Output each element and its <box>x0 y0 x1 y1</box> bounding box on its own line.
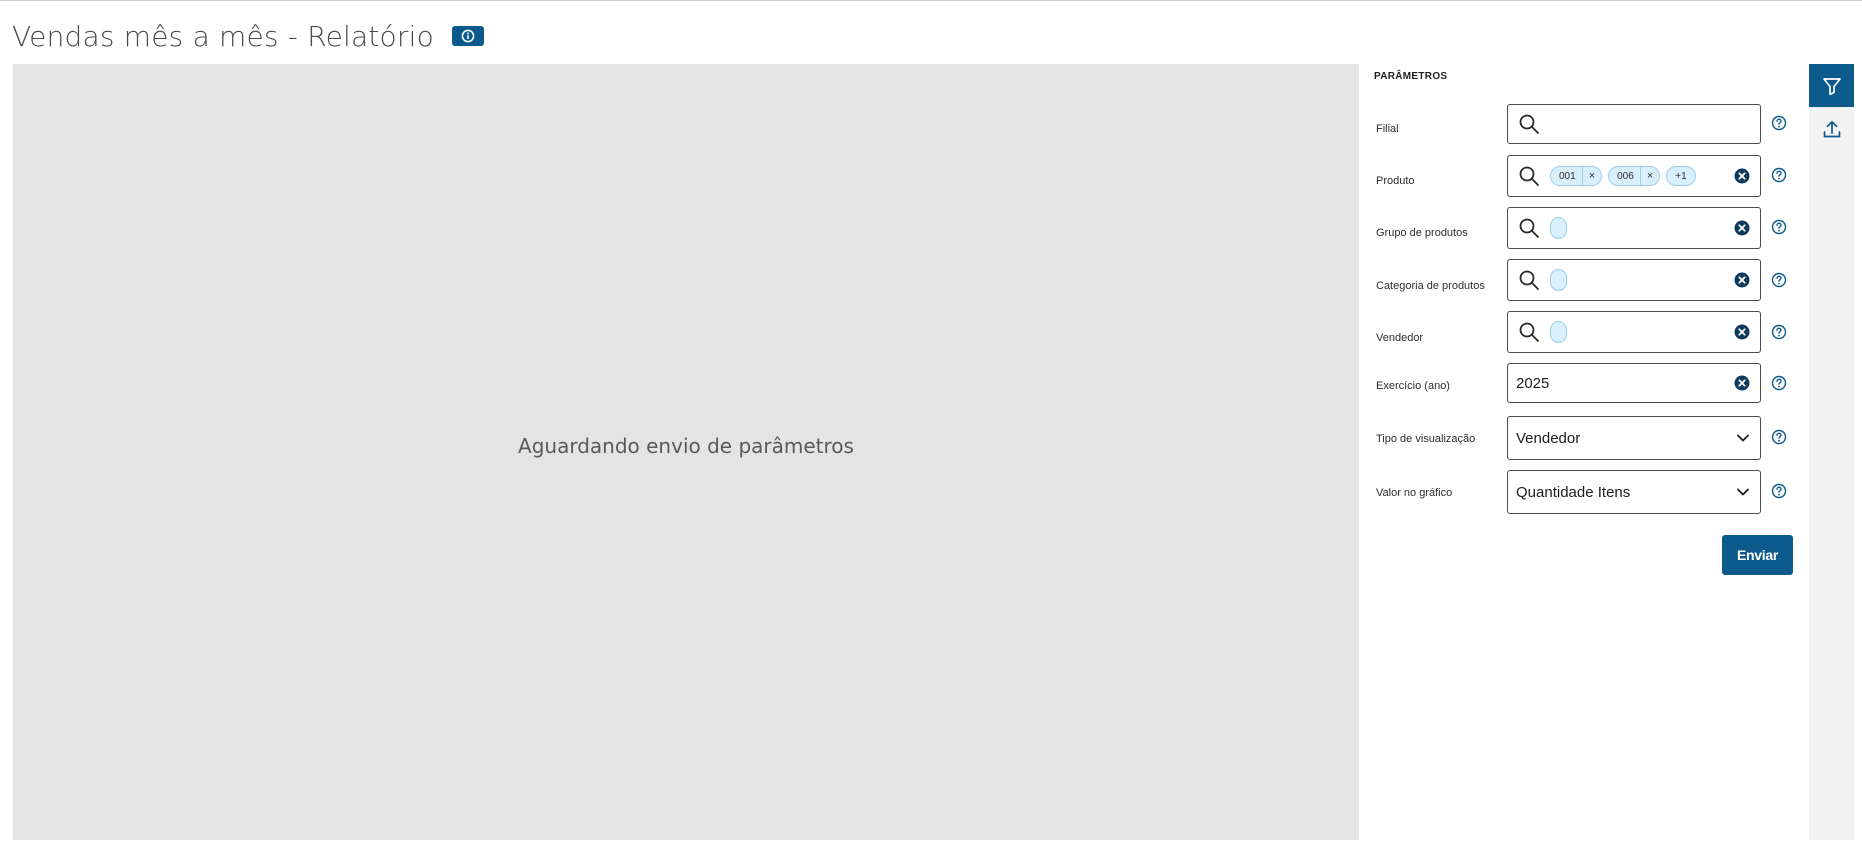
submit-button[interactable]: Enviar <box>1722 535 1793 575</box>
exercicio-value[interactable]: 2025 <box>1516 375 1549 392</box>
clear-icon[interactable] <box>1734 168 1750 184</box>
chip-produto-006: 006 × <box>1608 166 1661 186</box>
empty-chip <box>1550 269 1567 291</box>
search-icon[interactable] <box>1518 113 1540 135</box>
help-icon[interactable] <box>1771 375 1787 391</box>
exercicio-input[interactable]: 2025 <box>1507 363 1761 403</box>
help-icon[interactable] <box>1771 429 1787 445</box>
vendedor-lookup-field[interactable] <box>1507 311 1761 353</box>
report-preview-area: Aguardando envio de parâmetros <box>13 64 1359 840</box>
info-button[interactable] <box>451 26 484 46</box>
help-icon[interactable] <box>1771 167 1787 183</box>
categoria-produtos-chips <box>1550 269 1567 291</box>
empty-chip <box>1550 217 1567 239</box>
info-icon <box>461 29 475 43</box>
export-button[interactable] <box>1809 107 1854 150</box>
valor-grafico-label: Valor no gráfico <box>1376 487 1453 499</box>
search-icon[interactable] <box>1518 321 1540 343</box>
chip-label: 001 <box>1559 170 1576 182</box>
search-icon[interactable] <box>1518 217 1540 239</box>
side-action-rail <box>1809 64 1854 840</box>
tipo-visualizacao-label: Tipo de visualização <box>1376 433 1476 445</box>
tipo-visualizacao-value: Vendedor <box>1516 429 1581 447</box>
chip-remove-icon[interactable]: × <box>1639 167 1659 185</box>
chip-more-count[interactable]: +1 <box>1666 166 1696 186</box>
help-icon[interactable] <box>1771 324 1787 340</box>
chip-label: 006 <box>1617 170 1634 182</box>
vendedor-chips <box>1550 321 1567 343</box>
top-border <box>0 0 1862 1</box>
upload-icon <box>1823 120 1840 137</box>
tipo-visualizacao-select[interactable]: Vendedor <box>1507 416 1761 460</box>
vendedor-label: Vendedor <box>1376 332 1424 344</box>
filter-button[interactable] <box>1809 64 1854 107</box>
help-icon[interactable] <box>1771 115 1787 131</box>
empty-chip <box>1550 321 1567 343</box>
filial-lookup-field[interactable] <box>1507 104 1761 144</box>
preview-waiting-message: Aguardando envio de parâmetros <box>518 434 854 458</box>
filter-icon <box>1822 77 1841 95</box>
valor-grafico-select[interactable]: Quantidade Itens <box>1507 470 1761 514</box>
search-icon[interactable] <box>1518 165 1540 187</box>
clear-icon[interactable] <box>1734 324 1750 340</box>
page-title: Vendas mês a mês - Relatório <box>12 19 434 53</box>
filial-label: Filial <box>1376 123 1399 135</box>
grupo-produtos-chips <box>1550 217 1567 239</box>
produto-lookup-field[interactable]: 001 × 006 × +1 <box>1507 155 1761 197</box>
categoria-produtos-lookup-field[interactable] <box>1507 259 1761 301</box>
parameters-title: PARÂMETROS <box>1374 71 1448 82</box>
search-icon[interactable] <box>1518 269 1540 291</box>
help-icon[interactable] <box>1771 219 1787 235</box>
parameters-panel: PARÂMETROS Filial Produto 001 × 006 × +1 <box>1360 64 1808 840</box>
chevron-down-icon[interactable] <box>1736 431 1750 445</box>
produto-label: Produto <box>1376 175 1415 187</box>
clear-icon[interactable] <box>1734 220 1750 236</box>
help-icon[interactable] <box>1771 272 1787 288</box>
valor-grafico-value: Quantidade Itens <box>1516 483 1631 501</box>
grupo-produtos-lookup-field[interactable] <box>1507 207 1761 249</box>
produto-chips: 001 × 006 × +1 <box>1550 166 1696 186</box>
chip-produto-001: 001 × <box>1550 166 1603 186</box>
clear-icon[interactable] <box>1734 375 1750 391</box>
help-icon[interactable] <box>1771 483 1787 499</box>
categoria-produtos-label: Categoria de produtos <box>1376 280 1485 292</box>
chip-remove-icon[interactable]: × <box>1581 167 1601 185</box>
page-header: Vendas mês a mês - Relatório <box>12 14 484 58</box>
exercicio-label: Exercício (ano) <box>1376 380 1450 392</box>
grupo-produtos-label: Grupo de produtos <box>1376 227 1468 239</box>
chevron-down-icon[interactable] <box>1736 485 1750 499</box>
clear-icon[interactable] <box>1734 272 1750 288</box>
